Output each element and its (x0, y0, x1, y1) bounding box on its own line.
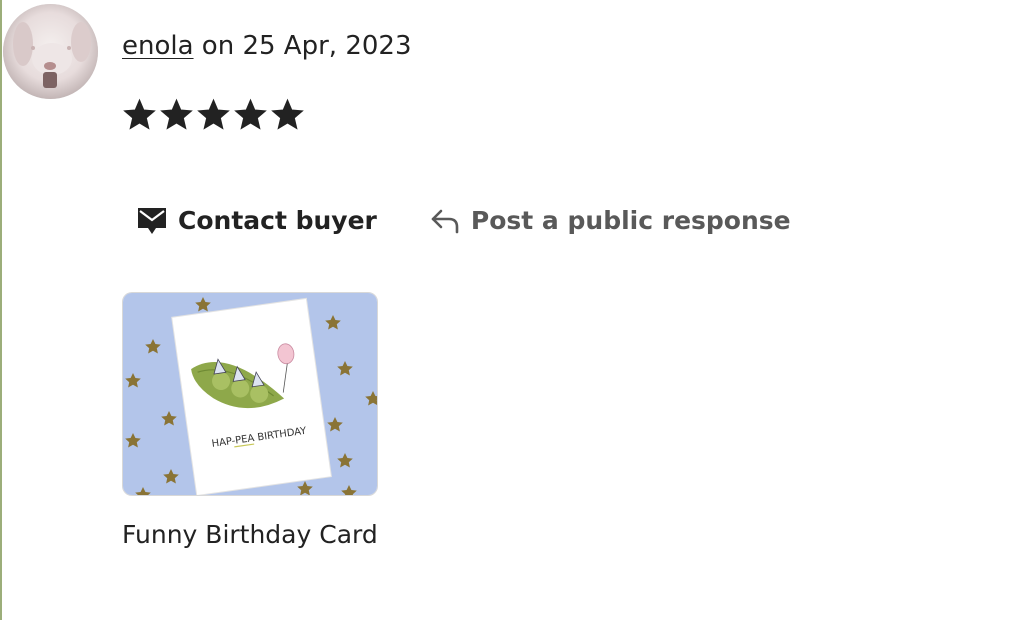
reply-arrow-icon (429, 204, 461, 236)
left-accent-rule (0, 0, 2, 620)
star-icon (160, 98, 193, 130)
contact-buyer-button[interactable]: Contact buyer (122, 196, 391, 244)
star-icon (197, 98, 230, 130)
reviewer-avatar[interactable] (3, 4, 98, 99)
star-icon (123, 98, 156, 130)
post-public-response-button[interactable]: Post a public response (415, 196, 805, 244)
post-public-response-label: Post a public response (470, 205, 791, 235)
product-thumbnail[interactable]: HAP-PEA BIRTHDAY (122, 292, 378, 496)
review-item: enola on 25 Apr, 2023 Contact buyer Post… (0, 0, 1026, 620)
envelope-icon (136, 204, 168, 236)
star-rating (122, 96, 305, 134)
contact-buyer-label: Contact buyer (178, 205, 377, 235)
reviewer-name-link[interactable]: enola (122, 31, 194, 61)
star-icon (271, 98, 304, 130)
product-title-link[interactable]: Funny Birthday Card (122, 516, 378, 554)
review-actions: Contact buyer Post a public response (122, 196, 805, 244)
review-date: on 25 Apr, 2023 (193, 31, 412, 61)
review-meta: enola on 25 Apr, 2023 (122, 28, 412, 64)
star-icon (234, 98, 267, 130)
